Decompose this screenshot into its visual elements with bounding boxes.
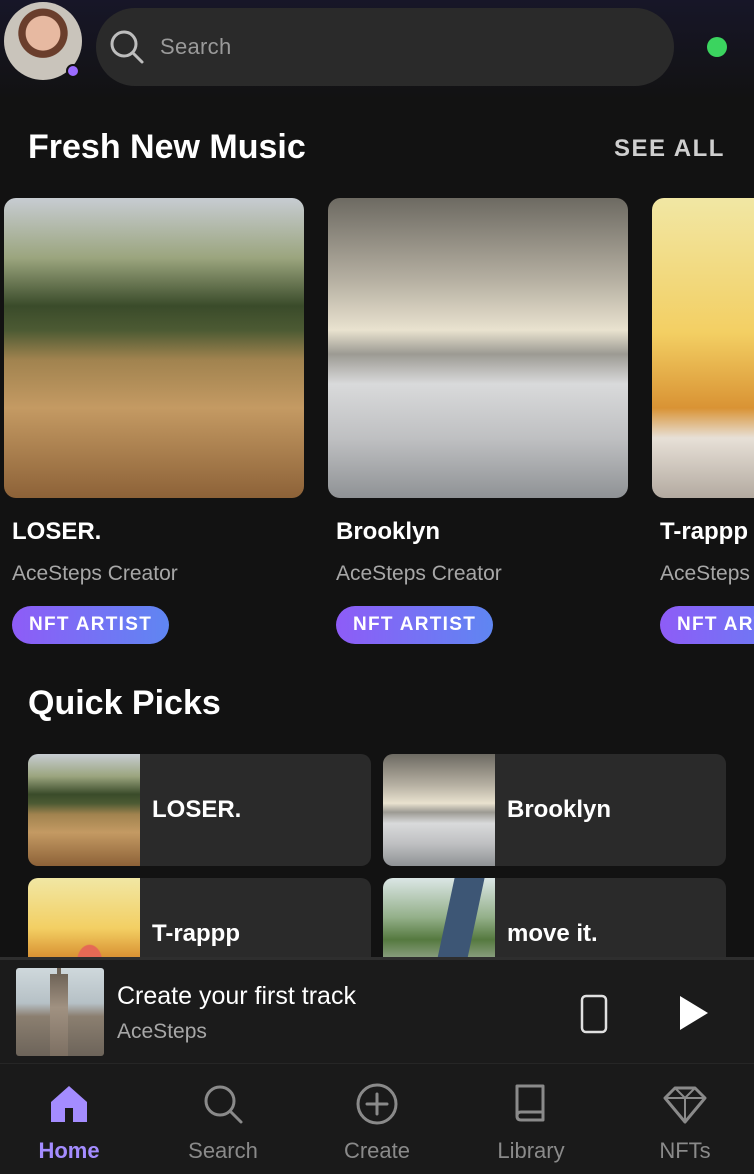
quick-pick-label: T-rappp bbox=[152, 920, 240, 947]
nfts-icon bbox=[663, 1086, 707, 1124]
quick-pick-thumb bbox=[383, 754, 495, 866]
card-subtitle: AceSteps Creator bbox=[660, 562, 754, 585]
card-subtitle: AceSteps Creator bbox=[12, 562, 178, 585]
quick-picks-title: Quick Picks bbox=[28, 684, 221, 722]
music-card[interactable]: T-rappp AceSteps Creator NFT ARTIST bbox=[652, 198, 754, 644]
cover-image[interactable] bbox=[328, 198, 628, 498]
bottom-nav: Home Search Create Library NFTs bbox=[0, 1063, 754, 1174]
nav-label-search: Search bbox=[188, 1138, 258, 1163]
play-icon[interactable] bbox=[678, 994, 710, 1032]
mini-player[interactable]: Create your first track AceSteps bbox=[0, 957, 754, 1063]
cover-image[interactable] bbox=[652, 198, 754, 498]
library-icon bbox=[515, 1084, 545, 1122]
nav-label-nfts: NFTs bbox=[659, 1138, 711, 1163]
quick-pick-label: Brooklyn bbox=[507, 796, 612, 823]
quick-pick-thumb bbox=[28, 754, 140, 866]
card-subtitle: AceSteps Creator bbox=[336, 562, 502, 585]
search-icon bbox=[204, 1085, 243, 1124]
nav-label-library: Library bbox=[497, 1138, 565, 1163]
online-status-dot bbox=[707, 37, 727, 57]
quick-pick-thumb bbox=[383, 878, 495, 957]
player-artwork bbox=[16, 968, 104, 1056]
nav-nfts[interactable]: NFTs bbox=[630, 1064, 740, 1174]
quick-pick-label: LOSER. bbox=[152, 796, 242, 823]
quick-pick-label: move it. bbox=[507, 920, 598, 947]
nav-label-create: Create bbox=[343, 1138, 411, 1163]
quick-pick-item[interactable]: LOSER. bbox=[28, 754, 371, 866]
music-card[interactable]: LOSER. AceSteps Creator NFT ARTIST bbox=[4, 198, 304, 644]
quick-pick-item[interactable]: T-rappp bbox=[28, 878, 371, 957]
quick-pick-item[interactable]: move it. bbox=[383, 878, 726, 957]
nav-home[interactable]: Home bbox=[14, 1064, 124, 1174]
nav-library[interactable]: Library bbox=[476, 1064, 586, 1174]
nav-label-home: Home bbox=[38, 1138, 100, 1163]
nft-artist-badge: NFT ARTIST bbox=[660, 606, 754, 644]
card-title: T-rappp bbox=[660, 518, 748, 545]
quick-pick-item[interactable]: Brooklyn bbox=[383, 754, 726, 866]
search-icon bbox=[110, 30, 144, 64]
device-icon[interactable] bbox=[580, 994, 608, 1034]
top-header: Search bbox=[0, 0, 754, 100]
nav-create[interactable]: Create bbox=[322, 1064, 432, 1174]
card-title: LOSER. bbox=[12, 518, 102, 545]
search-bar[interactable]: Search bbox=[96, 8, 674, 86]
music-card[interactable]: Brooklyn AceSteps Creator NFT ARTIST bbox=[328, 198, 628, 644]
nft-artist-badge: NFT ARTIST bbox=[336, 606, 494, 644]
card-title: Brooklyn bbox=[336, 518, 441, 545]
avatar-status-dot bbox=[66, 64, 80, 78]
search-placeholder: Search bbox=[160, 34, 232, 59]
cover-image[interactable] bbox=[4, 198, 304, 498]
player-artist: AceSteps bbox=[117, 1020, 207, 1043]
player-track-title: Create your first track bbox=[117, 982, 356, 1010]
nft-artist-badge: NFT ARTIST bbox=[12, 606, 170, 644]
home-icon bbox=[51, 1086, 87, 1122]
fresh-cards-carousel[interactable]: LOSER. AceSteps Creator NFT ARTIST Brook… bbox=[0, 198, 754, 658]
quick-pick-thumb bbox=[28, 878, 140, 957]
see-all-link[interactable]: SEE ALL bbox=[614, 135, 725, 163]
fresh-section-title: Fresh New Music bbox=[28, 128, 306, 166]
create-icon bbox=[356, 1083, 398, 1125]
nav-search[interactable]: Search bbox=[168, 1064, 278, 1174]
